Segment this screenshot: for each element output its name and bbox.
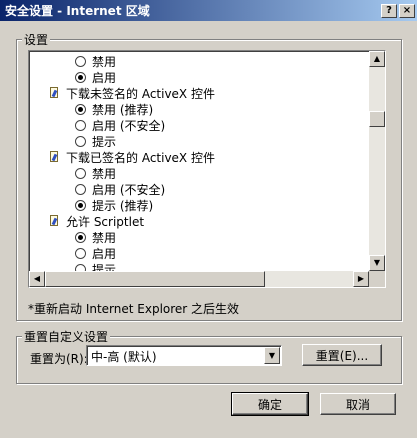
setting-label: 禁用 bbox=[92, 54, 117, 69]
radio-unchecked-icon[interactable] bbox=[75, 183, 86, 195]
radio-unchecked-icon[interactable] bbox=[75, 263, 86, 271]
setting-label: 禁用 bbox=[92, 230, 117, 245]
settings-group-label: 设置 bbox=[22, 31, 51, 48]
scroll-right-arrow-icon[interactable]: ▶ bbox=[353, 271, 369, 287]
radio-unchecked-icon[interactable] bbox=[75, 119, 86, 131]
radio-unchecked-icon[interactable] bbox=[75, 135, 86, 147]
setting-category: 下载已签名的 ActiveX 控件 bbox=[49, 149, 215, 165]
setting-label: 禁用 bbox=[92, 166, 117, 181]
radio-option[interactable]: 启用 (不安全) bbox=[75, 117, 165, 133]
setting-label: 启用 (不安全) bbox=[92, 118, 166, 133]
radio-unchecked-icon[interactable] bbox=[75, 247, 86, 259]
setting-label: 下载已签名的 ActiveX 控件 bbox=[66, 150, 215, 165]
radio-unchecked-icon[interactable] bbox=[75, 55, 86, 67]
scroll-thumb[interactable] bbox=[369, 111, 385, 127]
chevron-down-icon[interactable]: ▼ bbox=[264, 347, 280, 364]
setting-doc-icon bbox=[49, 87, 60, 99]
setting-label: 提示 bbox=[92, 262, 117, 272]
reset-level-dropdown[interactable]: 中-高 (默认) ▼ bbox=[86, 345, 282, 366]
radio-checked-icon[interactable] bbox=[75, 103, 86, 115]
radio-option[interactable]: 提示 bbox=[75, 261, 116, 271]
reset-level-value: 中-高 (默认) bbox=[91, 350, 157, 364]
horizontal-scrollbar[interactable]: ◀ ▶ bbox=[29, 271, 369, 287]
radio-option[interactable]: 禁用 bbox=[75, 229, 116, 245]
vertical-scrollbar[interactable]: ▲ ▼ bbox=[369, 51, 385, 271]
scroll-left-arrow-icon[interactable]: ◀ bbox=[29, 271, 45, 287]
radio-checked-icon[interactable] bbox=[75, 231, 86, 243]
radio-option[interactable]: 禁用 (推荐) bbox=[75, 101, 153, 117]
setting-category: 下载未签名的 ActiveX 控件 bbox=[49, 85, 215, 101]
setting-label: 启用 bbox=[92, 246, 117, 261]
window-title: 安全设置 - Internet 区域 bbox=[5, 4, 150, 18]
radio-option[interactable]: 启用 bbox=[75, 69, 116, 85]
radio-option[interactable]: 禁用 bbox=[75, 53, 116, 69]
radio-option[interactable]: 提示 bbox=[75, 133, 116, 149]
setting-label: 启用 (不安全) bbox=[92, 182, 166, 197]
close-button[interactable]: × bbox=[399, 3, 415, 18]
radio-unchecked-icon[interactable] bbox=[75, 167, 86, 179]
setting-category: 允许 Scriptlet bbox=[49, 213, 144, 229]
setting-label: 下载未签名的 ActiveX 控件 bbox=[66, 86, 215, 101]
radio-option[interactable]: 启用 bbox=[75, 245, 116, 261]
ok-button[interactable]: 确定 bbox=[231, 392, 309, 416]
setting-label: 启用 bbox=[92, 70, 117, 85]
radio-checked-icon[interactable] bbox=[75, 199, 86, 211]
cancel-button[interactable]: 取消 bbox=[320, 393, 396, 415]
reset-button[interactable]: 重置(E)... bbox=[302, 344, 382, 366]
reset-to-label: 重置为(R): bbox=[30, 352, 88, 366]
setting-label: 禁用 (推荐) bbox=[92, 102, 154, 117]
horizontal-scroll-thumb[interactable] bbox=[45, 271, 265, 287]
help-button[interactable]: ? bbox=[381, 3, 397, 18]
setting-label: 提示 bbox=[92, 134, 117, 149]
scroll-up-arrow-icon[interactable]: ▲ bbox=[369, 51, 385, 67]
scroll-down-arrow-icon[interactable]: ▼ bbox=[369, 255, 385, 271]
radio-option[interactable]: 启用 (不安全) bbox=[75, 181, 165, 197]
radio-option[interactable]: 提示 (推荐) bbox=[75, 197, 153, 213]
radio-checked-icon[interactable] bbox=[75, 71, 86, 83]
setting-doc-icon bbox=[49, 151, 60, 163]
reset-group-label: 重置自定义设置 bbox=[22, 328, 111, 345]
title-bar: 安全设置 - Internet 区域 ? × bbox=[0, 0, 417, 21]
scrollbar-corner bbox=[369, 271, 385, 287]
setting-label: 允许 Scriptlet bbox=[66, 214, 145, 229]
setting-doc-icon bbox=[49, 215, 60, 227]
restart-note: *重新启动 Internet Explorer 之后生效 bbox=[28, 302, 240, 316]
setting-label: 提示 (推荐) bbox=[92, 198, 154, 213]
settings-list[interactable]: 禁用 启用 下载未签名的 ActiveX 控件 禁用 (推荐) 启用 (不安全) 提示 下载… bbox=[28, 50, 386, 288]
radio-option[interactable]: 禁用 bbox=[75, 165, 116, 181]
settings-list-content: 禁用 启用 下载未签名的 ActiveX 控件 禁用 (推荐) 启用 (不安全) 提示 下载… bbox=[29, 51, 369, 271]
